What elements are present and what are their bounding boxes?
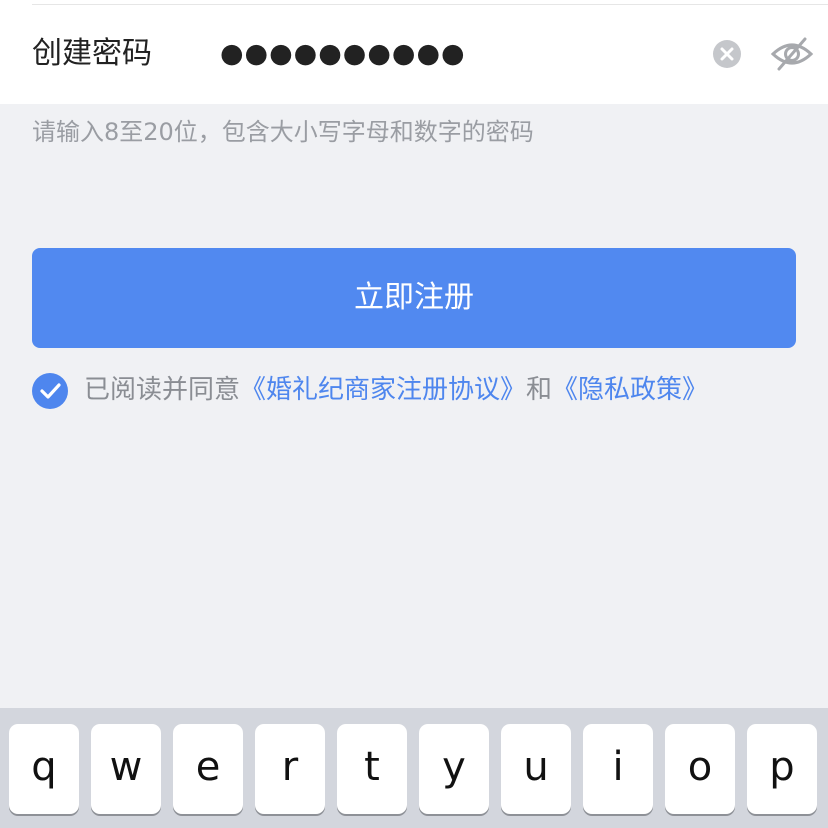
key-r[interactable]: r <box>255 724 325 814</box>
key-u[interactable]: u <box>501 724 571 814</box>
checkbox-checked-icon[interactable] <box>32 373 68 409</box>
privacy-policy-link[interactable]: 《隐私政策》 <box>552 375 708 405</box>
key-y[interactable]: y <box>419 724 489 814</box>
password-input[interactable]: ●●●●●●●●●● <box>220 32 466 76</box>
register-button[interactable]: 立即注册 <box>32 248 796 348</box>
agreement-and: 和 <box>526 375 553 405</box>
password-label: 创建密码 <box>32 36 152 71</box>
password-field-row: 创建密码 ●●●●●●●●●● <box>0 0 828 104</box>
key-q[interactable]: q <box>9 724 79 814</box>
key-i[interactable]: i <box>583 724 653 814</box>
key-o[interactable]: o <box>665 724 735 814</box>
key-p[interactable]: p <box>747 724 817 814</box>
clear-circle-icon[interactable] <box>713 40 741 68</box>
key-t[interactable]: t <box>337 724 407 814</box>
eye-slash-icon[interactable] <box>770 34 814 74</box>
key-e[interactable]: e <box>173 724 243 814</box>
password-hint: 请输入8至20位，包含大小写字母和数字的密码 <box>32 118 534 146</box>
agreement-prefix: 已阅读并同意 <box>84 375 241 405</box>
divider <box>32 4 828 5</box>
merchant-agreement-link[interactable]: 《婚礼纪商家注册协议》 <box>240 375 526 405</box>
keyboard: q w e r t y u i o p <box>0 708 828 828</box>
agreement-text: 已阅读并同意《婚礼纪商家注册协议》和《隐私政策》 <box>84 370 708 410</box>
key-w[interactable]: w <box>91 724 161 814</box>
